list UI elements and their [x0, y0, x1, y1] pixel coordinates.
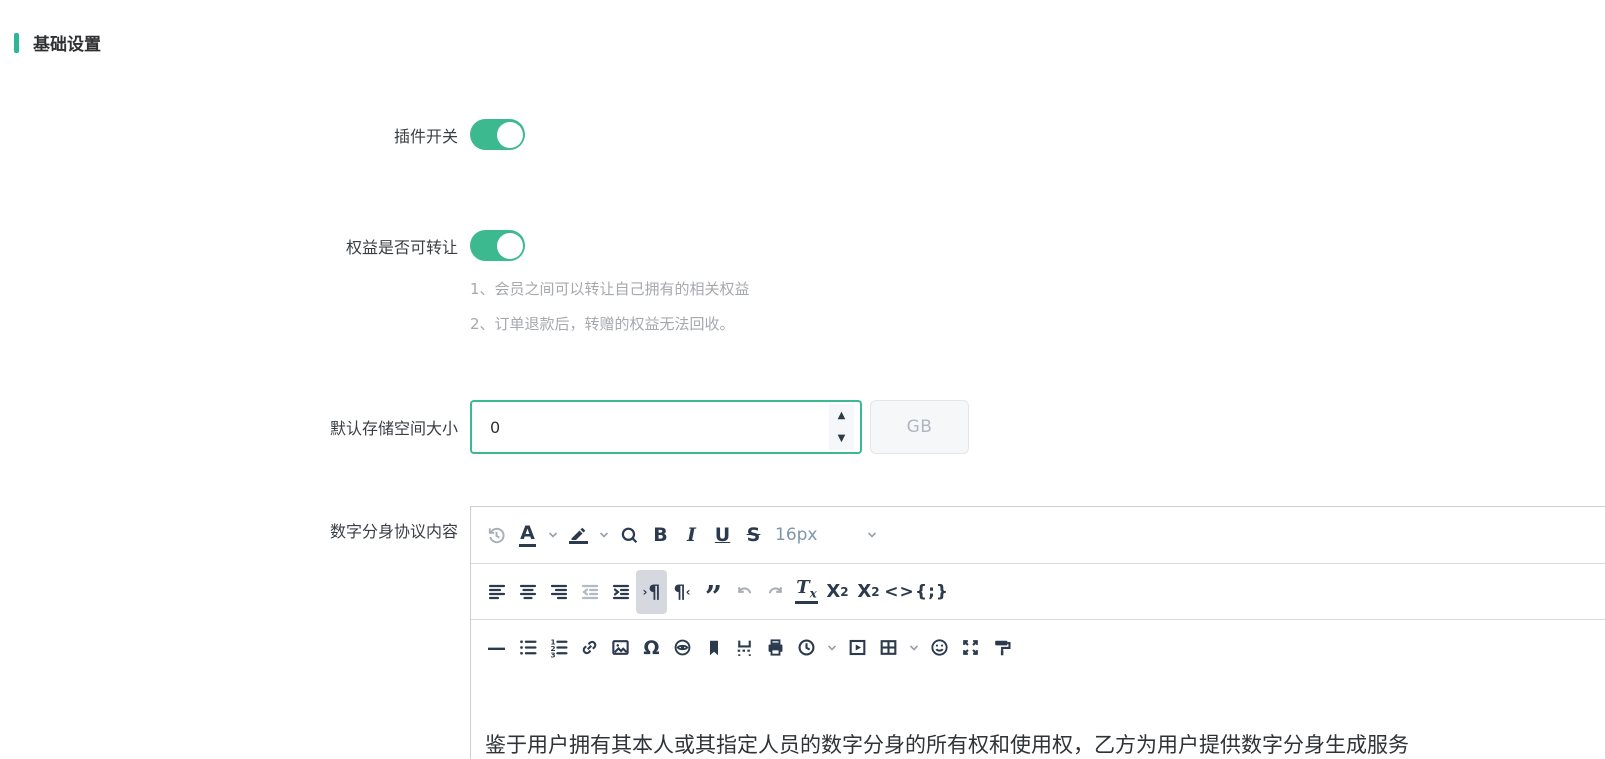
- form-row-agreement: 数字分身协议内容 A: [0, 506, 1605, 759]
- storage-unit-suffix: GB: [870, 400, 969, 454]
- editor-toolbar-row-2: ›¶ ¶‹ ”: [471, 563, 1605, 619]
- font-size-value: 16px: [775, 525, 817, 545]
- link-icon[interactable]: [574, 626, 605, 670]
- strikethrough-icon[interactable]: S: [738, 513, 769, 557]
- settings-page: 基础设置 插件开关 权益是否可转让 1、会员之间可以转让自己拥有的相关权益 2、…: [0, 0, 1605, 759]
- subscript-icon[interactable]: X2: [822, 570, 853, 614]
- agreement-label: 数字分身协议内容: [0, 506, 458, 542]
- storage-size-label: 默认存储空间大小: [0, 415, 458, 439]
- italic-icon[interactable]: I: [676, 513, 707, 557]
- editor-content-area[interactable]: 鉴于用户拥有其本人或其指定人员的数字分身的所有权和使用权，乙方为用户提供数字分身…: [471, 675, 1605, 759]
- align-center-icon[interactable]: [512, 570, 543, 614]
- underline-icon[interactable]: U: [707, 513, 738, 557]
- number-stepper: ▲ ▼: [829, 404, 854, 450]
- table-chevron-icon[interactable]: [904, 626, 924, 670]
- rich-text-editor: A: [470, 506, 1605, 759]
- svg-text:3: 3: [551, 651, 556, 658]
- history-icon[interactable]: [481, 513, 512, 557]
- clear-formatting-icon[interactable]: Tx: [791, 570, 822, 614]
- stepper-up-icon[interactable]: ▲: [829, 404, 854, 427]
- form-row-storage-size: 默认存储空间大小 ▲ ▼ GB: [0, 400, 1605, 454]
- datetime-chevron-icon[interactable]: [822, 626, 842, 670]
- media-icon[interactable]: [842, 626, 873, 670]
- highlight-color-chevron-icon[interactable]: [594, 513, 614, 557]
- form-row-transferable: 权益是否可转让: [0, 230, 1605, 261]
- image-icon[interactable]: [605, 626, 636, 670]
- plugin-switch-label: 插件开关: [0, 123, 458, 147]
- ltr-icon[interactable]: ›¶: [636, 570, 667, 614]
- search-replace-icon[interactable]: [614, 513, 645, 557]
- transferable-help: 1、会员之间可以转让自己拥有的相关权益 2、订单退款后，转赠的权益无法回收。: [470, 279, 1605, 334]
- toggle-knob: [497, 233, 523, 259]
- storage-size-input[interactable]: [472, 402, 860, 452]
- help-line-2: 2、订单退款后，转赠的权益无法回收。: [470, 314, 1605, 334]
- rtl-icon[interactable]: ¶‹: [667, 570, 698, 614]
- print-icon[interactable]: [760, 626, 791, 670]
- emoji-icon[interactable]: [924, 626, 955, 670]
- superscript-icon[interactable]: X2: [853, 570, 884, 614]
- bold-icon[interactable]: B: [645, 513, 676, 557]
- indent-icon[interactable]: [605, 570, 636, 614]
- transferable-label: 权益是否可转让: [0, 234, 458, 258]
- stepper-down-icon[interactable]: ▼: [829, 427, 854, 450]
- chevron-down-icon: [865, 528, 879, 542]
- font-color-icon[interactable]: A: [512, 513, 543, 557]
- transferable-toggle[interactable]: [470, 230, 525, 261]
- bookmark-icon[interactable]: [698, 626, 729, 670]
- highlight-color-icon[interactable]: [563, 513, 594, 557]
- font-color-chevron-icon[interactable]: [543, 513, 563, 557]
- redo-icon[interactable]: [760, 570, 791, 614]
- bullet-list-icon[interactable]: [512, 626, 543, 670]
- page-title: 基础设置: [33, 30, 101, 55]
- accent-bar: [14, 33, 19, 53]
- table-icon[interactable]: [873, 626, 904, 670]
- fullscreen-icon[interactable]: [955, 626, 986, 670]
- format-painter-icon[interactable]: [986, 626, 1017, 670]
- editor-toolbar-row-3: — 1 2 3: [471, 619, 1605, 675]
- plugin-switch-toggle[interactable]: [470, 119, 525, 150]
- outdent-icon[interactable]: [574, 570, 605, 614]
- blockquote-icon[interactable]: ”: [698, 570, 729, 614]
- align-left-icon[interactable]: [481, 570, 512, 614]
- inline-code-icon[interactable]: <>: [884, 570, 915, 614]
- preview-eye-icon[interactable]: [667, 626, 698, 670]
- code-block-icon[interactable]: {;}: [915, 570, 949, 614]
- section-header: 基础设置: [0, 0, 1605, 55]
- special-char-icon[interactable]: Ω: [636, 626, 667, 670]
- help-line-1: 1、会员之间可以转让自己拥有的相关权益: [470, 279, 1605, 299]
- page-break-icon[interactable]: [729, 626, 760, 670]
- undo-icon[interactable]: [729, 570, 760, 614]
- font-size-dropdown[interactable]: 16px: [769, 513, 885, 557]
- form-row-plugin-switch: 插件开关: [0, 119, 1605, 150]
- toggle-knob: [497, 122, 523, 148]
- storage-size-input-wrap: ▲ ▼: [470, 400, 862, 454]
- align-right-icon[interactable]: [543, 570, 574, 614]
- insert-datetime-icon[interactable]: [791, 626, 822, 670]
- horizontal-rule-icon[interactable]: —: [481, 626, 512, 670]
- numbered-list-icon[interactable]: 1 2 3: [543, 626, 574, 670]
- editor-toolbar-row-1: A: [471, 507, 1605, 563]
